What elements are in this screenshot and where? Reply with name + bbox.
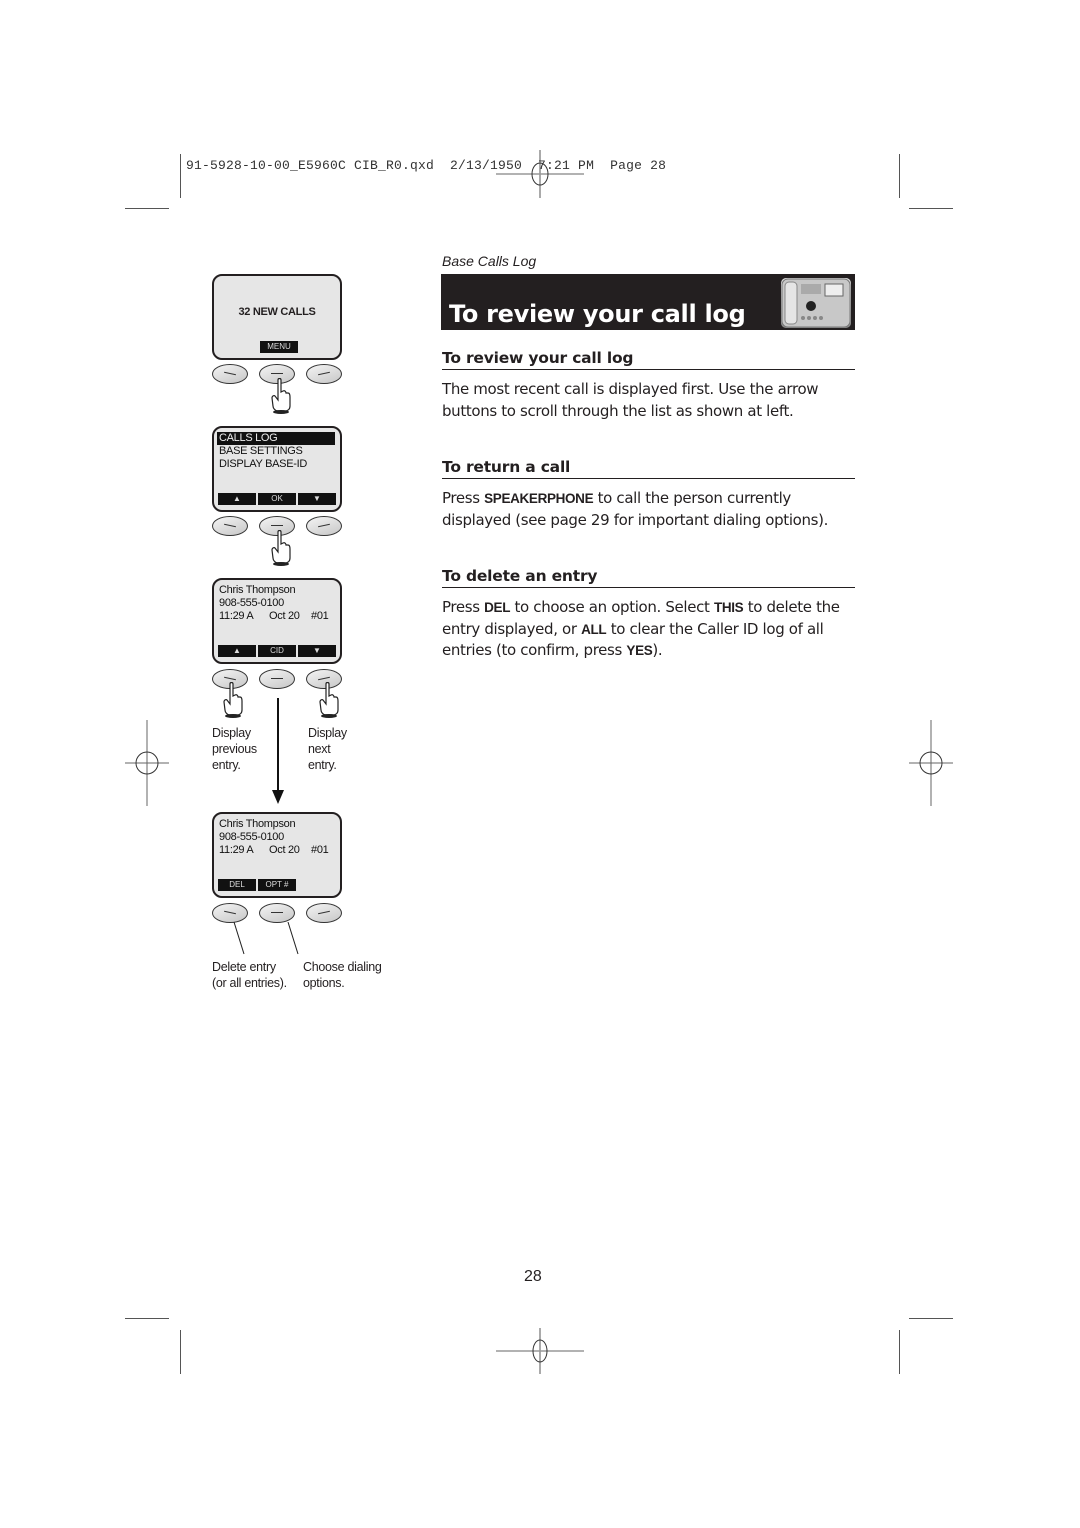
- section-body-review: The most recent call is displayed first.…: [442, 379, 862, 422]
- softkey-down[interactable]: ▼: [298, 493, 336, 505]
- call-date: Oct 20: [269, 610, 300, 622]
- softkey-down[interactable]: ▼: [298, 645, 336, 657]
- center-soft-button[interactable]: [259, 903, 295, 923]
- button-keyword: THIS: [713, 600, 744, 615]
- pointing-hand-icon: [271, 378, 291, 414]
- caller-name: Chris Thompson: [219, 584, 296, 596]
- crop-mark: [180, 1330, 181, 1374]
- menu-item-calls-log[interactable]: CALLS LOG: [217, 432, 335, 445]
- caption-line: next: [308, 742, 331, 756]
- softkey-menu[interactable]: MENU: [260, 341, 298, 353]
- pointing-hand-icon: [319, 682, 339, 718]
- crop-mark: [125, 208, 169, 209]
- center-soft-button[interactable]: [259, 669, 295, 689]
- caller-name: Chris Thompson: [219, 818, 296, 830]
- caption-dialing-options: Choose dialing options.: [303, 959, 382, 991]
- body-text: to choose an option. Select: [510, 598, 714, 616]
- softkey-bar: ▲ OK ▼: [218, 493, 336, 505]
- page-title: To review your call log: [449, 300, 746, 328]
- caption-line: Display: [308, 726, 347, 740]
- right-soft-button[interactable]: [306, 516, 342, 536]
- page-number: 28: [524, 1268, 542, 1285]
- body-text: The most recent call is displayed first.…: [442, 380, 819, 420]
- button-keyword: SPEAKERPHONE: [484, 491, 594, 506]
- button-keyword: ALL: [581, 621, 607, 637]
- softkey-bar: ▲ CID ▼: [218, 645, 336, 657]
- section-body-return-call: Press SPEAKERPHONE to call the person cu…: [442, 488, 862, 531]
- up-arrow-icon: ▲: [233, 646, 241, 655]
- softkey-up[interactable]: ▲: [218, 645, 256, 657]
- registration-mark-icon: [909, 720, 953, 806]
- call-time: 11:29 A: [219, 844, 254, 856]
- softkey-bar: MENU: [260, 341, 298, 353]
- crop-mark: [909, 208, 953, 209]
- caption-line: entry.: [308, 758, 337, 772]
- body-text: Press: [442, 489, 485, 507]
- crop-mark: [125, 1318, 169, 1319]
- softkey-up[interactable]: ▲: [218, 493, 256, 505]
- caption-line: Display: [212, 726, 251, 740]
- file-slug: 91-5928-10-00_E5960C CIB_R0.qxd 2/13/195…: [186, 158, 667, 173]
- caption-line: Delete entry: [212, 960, 276, 974]
- softkey-ok[interactable]: OK: [258, 493, 296, 505]
- softkey-del[interactable]: DEL: [218, 879, 256, 891]
- base-phone-icon: [781, 278, 851, 328]
- caption-next-entry: Display next entry.: [308, 725, 347, 773]
- section-heading-review: To review your call log: [442, 349, 855, 370]
- pointing-hand-icon: [271, 530, 291, 566]
- section-heading-delete-entry: To delete an entry: [442, 567, 855, 588]
- caption-line: (or all entries).: [212, 976, 287, 990]
- crop-mark: [899, 154, 900, 198]
- left-soft-button[interactable]: [212, 516, 248, 536]
- lcd-screen-entry-options: Chris Thompson 908-555-0100 11:29 A Oct …: [212, 812, 342, 898]
- body-text: Press: [442, 598, 485, 616]
- left-soft-button[interactable]: [212, 903, 248, 923]
- up-arrow-icon: ▲: [233, 494, 241, 503]
- lcd-screen-new-calls: 32 NEW CALLS MENU: [212, 274, 342, 360]
- caption-line: options.: [303, 976, 345, 990]
- crop-mark: [909, 1318, 953, 1319]
- section-tag: Base Calls Log: [442, 253, 537, 269]
- right-soft-button[interactable]: [306, 364, 342, 384]
- crop-mark: [899, 1330, 900, 1374]
- softkey-opt[interactable]: OPT #: [258, 879, 296, 891]
- left-soft-button[interactable]: [212, 364, 248, 384]
- lcd-screen-caller-id: Chris Thompson 908-555-0100 11:29 A Oct …: [212, 578, 342, 664]
- caption-line: previous: [212, 742, 257, 756]
- entry-number: #01: [311, 844, 329, 856]
- caller-number: 908-555-0100: [219, 597, 284, 609]
- down-arrow-icon: ▼: [313, 646, 321, 655]
- button-keyword: DEL: [484, 600, 511, 615]
- registration-mark-icon: [125, 720, 169, 806]
- caption-line: Choose dialing: [303, 960, 382, 974]
- caption-line: entry.: [212, 758, 241, 772]
- softkey-cid[interactable]: CID: [258, 645, 296, 657]
- call-date: Oct 20: [269, 844, 300, 856]
- section-body-delete-entry: Press DEL to choose an option. Select TH…: [442, 597, 862, 662]
- right-soft-button[interactable]: [306, 903, 342, 923]
- registration-mark-icon: [496, 1328, 584, 1374]
- new-calls-message: 32 NEW CALLS: [238, 306, 316, 318]
- call-time: 11:29 A: [219, 610, 254, 622]
- menu-item-display-base-id[interactable]: DISPLAY BASE-ID: [219, 458, 307, 471]
- caller-number: 908-555-0100: [219, 831, 284, 843]
- button-keyword: YES: [626, 643, 653, 658]
- crop-mark: [180, 154, 181, 198]
- down-arrow-icon: ▼: [313, 494, 321, 503]
- callout-line: [233, 922, 299, 955]
- down-arrow-icon: [272, 698, 284, 804]
- body-text: ).: [652, 641, 663, 659]
- section-heading-return-call: To return a call: [442, 458, 855, 479]
- caption-delete-entry: Delete entry (or all entries).: [212, 959, 287, 991]
- menu-item-base-settings[interactable]: BASE SETTINGS: [219, 445, 303, 458]
- lcd-screen-main-menu: CALLS LOG BASE SETTINGS DISPLAY BASE-ID …: [212, 426, 342, 512]
- pointing-hand-icon: [223, 682, 243, 718]
- caption-previous-entry: Display previous entry.: [212, 725, 257, 773]
- title-bar: To review your call log: [441, 274, 855, 330]
- softkey-bar: DEL OPT #: [218, 879, 296, 891]
- entry-number: #01: [311, 610, 329, 622]
